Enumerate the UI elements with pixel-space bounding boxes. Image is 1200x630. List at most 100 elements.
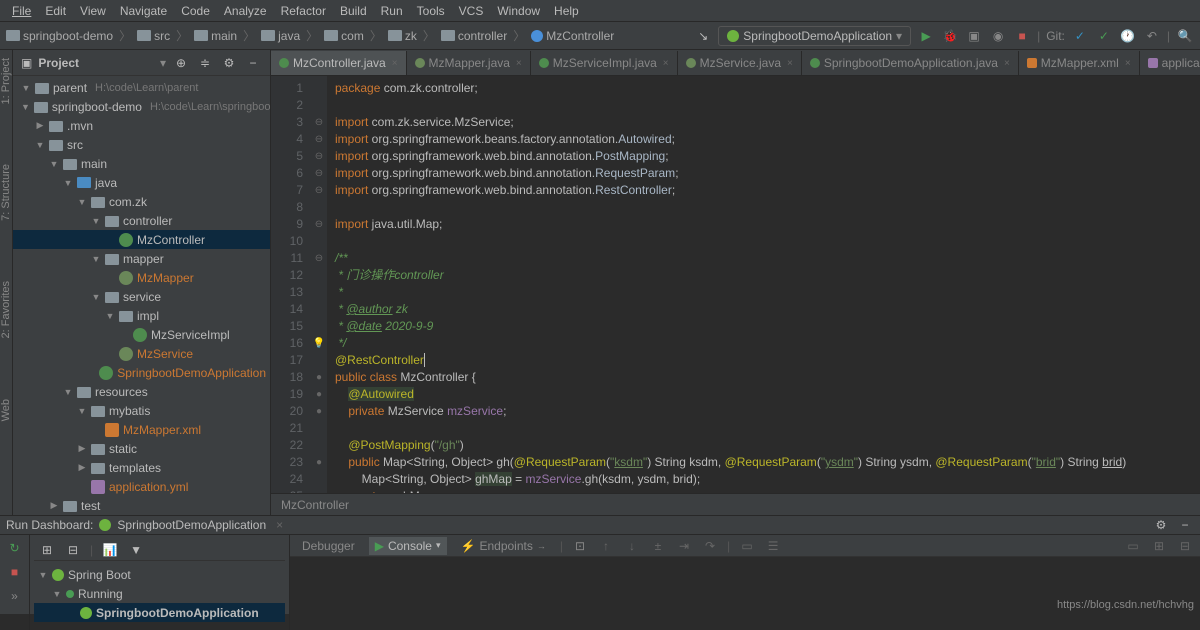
breadcrumb-item[interactable]: java bbox=[261, 29, 300, 43]
editor-crumb[interactable]: MzController bbox=[271, 493, 1200, 515]
rerun-button[interactable]: ↻ bbox=[6, 539, 24, 557]
tree-icon[interactable]: ⊟ bbox=[64, 541, 82, 559]
down-button[interactable]: » bbox=[6, 587, 24, 605]
search-icon[interactable]: 🔍 bbox=[1176, 27, 1194, 45]
tree-item[interactable]: ▼parentH:\code\Learn\parent bbox=[13, 78, 270, 97]
run-config-selector[interactable]: SpringbootDemoApplication ▾ bbox=[718, 26, 911, 46]
breadcrumb-item[interactable]: src bbox=[137, 29, 170, 43]
tree-item[interactable]: ▼src bbox=[13, 135, 270, 154]
breadcrumb-item[interactable]: springboot-demo bbox=[6, 29, 113, 43]
tree-item[interactable]: ▼com.zk bbox=[13, 192, 270, 211]
tree-item[interactable]: ▼mybatis bbox=[13, 401, 270, 420]
tree-item[interactable]: ▼resources bbox=[13, 382, 270, 401]
menu-window[interactable]: Window bbox=[491, 2, 546, 20]
tree-item[interactable]: ▼mapper bbox=[13, 249, 270, 268]
editor-tab[interactable]: MzService.java× bbox=[678, 51, 802, 75]
coverage-button[interactable]: ▣ bbox=[965, 27, 983, 45]
menu-view[interactable]: View bbox=[74, 2, 112, 20]
git-revert-icon[interactable]: ↶ bbox=[1143, 27, 1161, 45]
toolwindow-7-Structure[interactable]: 7: Structure bbox=[0, 164, 12, 221]
menu-run[interactable]: Run bbox=[375, 2, 409, 20]
tree-item[interactable]: ▶.mvn bbox=[13, 116, 270, 135]
menu-refactor[interactable]: Refactor bbox=[275, 2, 332, 20]
editor-tab[interactable]: application.yml× bbox=[1140, 51, 1200, 75]
filter-icon[interactable]: 📊 bbox=[101, 541, 119, 559]
tree-icon[interactable]: ⊞ bbox=[38, 541, 56, 559]
tree-item[interactable]: ▶templates bbox=[13, 458, 270, 477]
console-tool-icon[interactable]: ☰ bbox=[764, 537, 782, 555]
gear-icon[interactable]: ⚙ bbox=[220, 54, 238, 72]
console-tool-icon[interactable]: ⇥ bbox=[675, 537, 693, 555]
editor-tab[interactable]: MzServiceImpl.java× bbox=[531, 51, 678, 75]
breadcrumb-item[interactable]: main bbox=[194, 29, 237, 43]
add-config-icon[interactable]: ↘ bbox=[694, 27, 712, 45]
menu-tools[interactable]: Tools bbox=[411, 2, 451, 20]
tree-item[interactable]: application.yml bbox=[13, 477, 270, 496]
tree-item[interactable]: SpringbootDemoApplication bbox=[13, 363, 270, 382]
expand-icon[interactable]: ≑ bbox=[196, 54, 214, 72]
debugger-tab[interactable]: Debugger bbox=[296, 537, 361, 555]
editor-tab[interactable]: SpringbootDemoApplication.java× bbox=[802, 51, 1019, 75]
hide-icon[interactable]: − bbox=[1176, 516, 1194, 534]
endpoints-tab[interactable]: ⚡Endpoints→ bbox=[455, 537, 552, 555]
editor-tab[interactable]: MzMapper.java× bbox=[407, 51, 531, 75]
tree-item[interactable]: MzService bbox=[13, 344, 270, 363]
tree-item[interactable]: ▼main bbox=[13, 154, 270, 173]
editor-tab[interactable]: MzController.java× bbox=[271, 51, 407, 75]
tree-item[interactable]: ▼java bbox=[13, 173, 270, 192]
console-tool-icon[interactable]: ▭ bbox=[1124, 537, 1142, 555]
git-update-icon[interactable]: ✓ bbox=[1071, 27, 1089, 45]
menu-code[interactable]: Code bbox=[175, 2, 216, 20]
layout-icon[interactable]: ⊞ bbox=[1150, 537, 1168, 555]
run-button[interactable]: ▶ bbox=[917, 27, 935, 45]
git-commit-icon[interactable]: ✓ bbox=[1095, 27, 1113, 45]
select-opened-icon[interactable]: ⊕ bbox=[172, 54, 190, 72]
menu-analyze[interactable]: Analyze bbox=[218, 2, 273, 20]
up-icon[interactable]: ↑ bbox=[597, 537, 615, 555]
menu-build[interactable]: Build bbox=[334, 2, 373, 20]
tree-item[interactable]: MzMapper.xml bbox=[13, 420, 270, 439]
gear-icon[interactable]: ⚙ bbox=[1152, 516, 1170, 534]
tree-item[interactable]: ▶static bbox=[13, 439, 270, 458]
debug-button[interactable]: 🐞 bbox=[941, 27, 959, 45]
layout-icon[interactable]: ⊟ bbox=[1176, 537, 1194, 555]
toolwindow-2-Favorites[interactable]: 2: Favorites bbox=[0, 281, 12, 338]
project-tree[interactable]: ▼parentH:\code\Learn\parent▼springboot-d… bbox=[13, 76, 270, 515]
project-dropdown[interactable]: ▣ bbox=[21, 56, 32, 70]
breadcrumb-item[interactable]: zk bbox=[388, 29, 417, 43]
stop-button[interactable]: ■ bbox=[1013, 27, 1031, 45]
editor-tab[interactable]: MzMapper.xml× bbox=[1019, 51, 1140, 75]
down-icon[interactable]: ↓ bbox=[623, 537, 641, 555]
profile-button[interactable]: ◉ bbox=[989, 27, 1007, 45]
breadcrumb-item[interactable]: com bbox=[324, 29, 364, 43]
code-editor[interactable]: 1234567891011121314151617181920212223242… bbox=[271, 76, 1200, 493]
tree-item[interactable]: ▼service bbox=[13, 287, 270, 306]
console-tool-icon[interactable]: ▭ bbox=[738, 537, 756, 555]
tree-item[interactable]: MzController bbox=[13, 230, 270, 249]
filter-icon[interactable]: ▼ bbox=[127, 541, 145, 559]
breadcrumb-item[interactable]: MzController bbox=[531, 29, 614, 43]
tree-item[interactable]: ▶test bbox=[13, 496, 270, 515]
menu-edit[interactable]: Edit bbox=[39, 2, 72, 20]
console-tool-icon[interactable]: ↷ bbox=[701, 537, 719, 555]
stop-button[interactable]: ■ bbox=[6, 563, 24, 581]
breadcrumb-item[interactable]: controller bbox=[441, 29, 507, 43]
console-output[interactable] bbox=[290, 557, 1200, 630]
hide-icon[interactable]: − bbox=[244, 54, 262, 72]
menu-file[interactable]: File bbox=[6, 2, 37, 20]
console-tool-icon[interactable]: ± bbox=[649, 537, 667, 555]
tree-item[interactable]: ▼springboot-demoH:\code\Learn\springboot bbox=[13, 97, 270, 116]
menu-help[interactable]: Help bbox=[548, 2, 585, 20]
tree-item[interactable]: MzMapper bbox=[13, 268, 270, 287]
menu-navigate[interactable]: Navigate bbox=[114, 2, 173, 20]
console-tool-icon[interactable]: ⊡ bbox=[571, 537, 589, 555]
git-history-icon[interactable]: 🕐 bbox=[1119, 27, 1137, 45]
tree-item[interactable]: ▼impl bbox=[13, 306, 270, 325]
tree-item[interactable]: MzServiceImpl bbox=[13, 325, 270, 344]
tree-item[interactable]: ▼controller bbox=[13, 211, 270, 230]
console-tab[interactable]: ▶Console▾ bbox=[369, 537, 447, 555]
menu-vcs[interactable]: VCS bbox=[453, 2, 490, 20]
toolwindow-1-Project[interactable]: 1: Project bbox=[0, 58, 12, 104]
run-tree[interactable]: ⊞ ⊟ | 📊 ▼ ▼Spring Boot ▼Running Springbo… bbox=[30, 535, 290, 630]
toolwindow-Web[interactable]: Web bbox=[0, 399, 12, 421]
